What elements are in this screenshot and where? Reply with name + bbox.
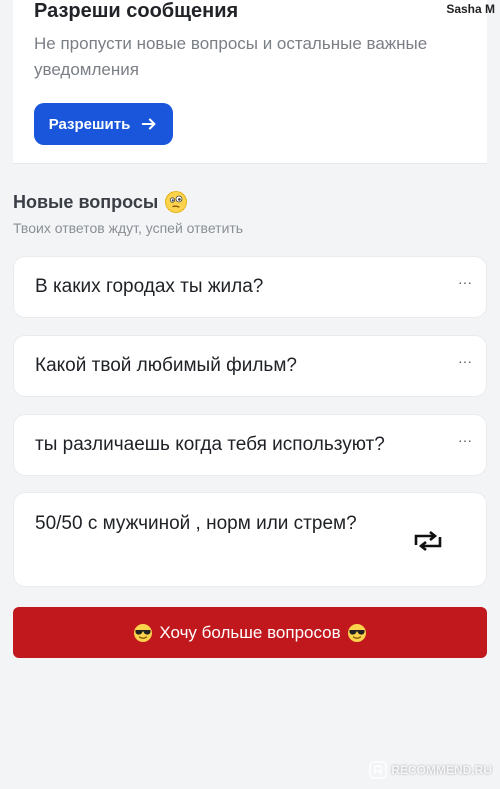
notification-card: Разреши сообщения Sasha M Не пропусти но… <box>13 0 495 164</box>
sunglasses-face-icon <box>134 623 153 642</box>
recommend-logo-icon <box>369 761 388 779</box>
section-title: Новые вопросы <box>13 190 188 214</box>
more-questions-button[interactable]: Хочу больше вопросов <box>13 607 487 658</box>
notification-title: Разреши сообщения <box>34 0 239 22</box>
question-text: В каких городах ты жила? <box>35 276 264 297</box>
user-name[interactable]: Sasha M <box>446 2 495 16</box>
question-card[interactable]: В каких городах ты жила? ··· <box>13 256 487 318</box>
page: Разреши сообщения Sasha M Не пропусти но… <box>0 0 500 789</box>
more-options-icon[interactable]: ··· <box>458 433 472 447</box>
question-text: ты различаешь когда тебя используют? <box>35 434 385 455</box>
watermark-text: RECOMMEND.RU <box>391 763 492 777</box>
question-text: 50/50 с мужчиной , норм или стрем? <box>35 513 357 534</box>
more-options-icon[interactable]: ··· <box>458 354 472 368</box>
section-subtitle: Твоих ответов ждут, успей ответить <box>13 220 244 236</box>
question-card[interactable]: ты различаешь когда тебя используют? ··· <box>13 414 487 476</box>
repeat-icon[interactable] <box>412 530 444 552</box>
more-questions-label: Хочу больше вопросов <box>159 622 341 642</box>
notification-text: Не пропусти новые вопросы и остальные ва… <box>34 34 428 79</box>
sunglasses-face-icon <box>347 623 366 642</box>
more-options-icon[interactable]: ··· <box>458 275 472 289</box>
allow-button-label: Разрешить <box>48 115 131 133</box>
question-text: Какой твой любимый фильм? <box>35 355 297 376</box>
section-title-text: Новые вопросы <box>13 191 159 212</box>
allow-notifications-button[interactable]: Разрешить <box>34 103 173 145</box>
question-card[interactable]: 50/50 с мужчиной , норм или стрем? <box>13 492 487 587</box>
watermark: RECOMMEND.RU <box>369 761 492 779</box>
question-card[interactable]: Какой твой любимый фильм? ··· <box>13 335 487 397</box>
thinking-face-icon <box>165 191 188 213</box>
arrow-right-icon <box>142 118 156 130</box>
